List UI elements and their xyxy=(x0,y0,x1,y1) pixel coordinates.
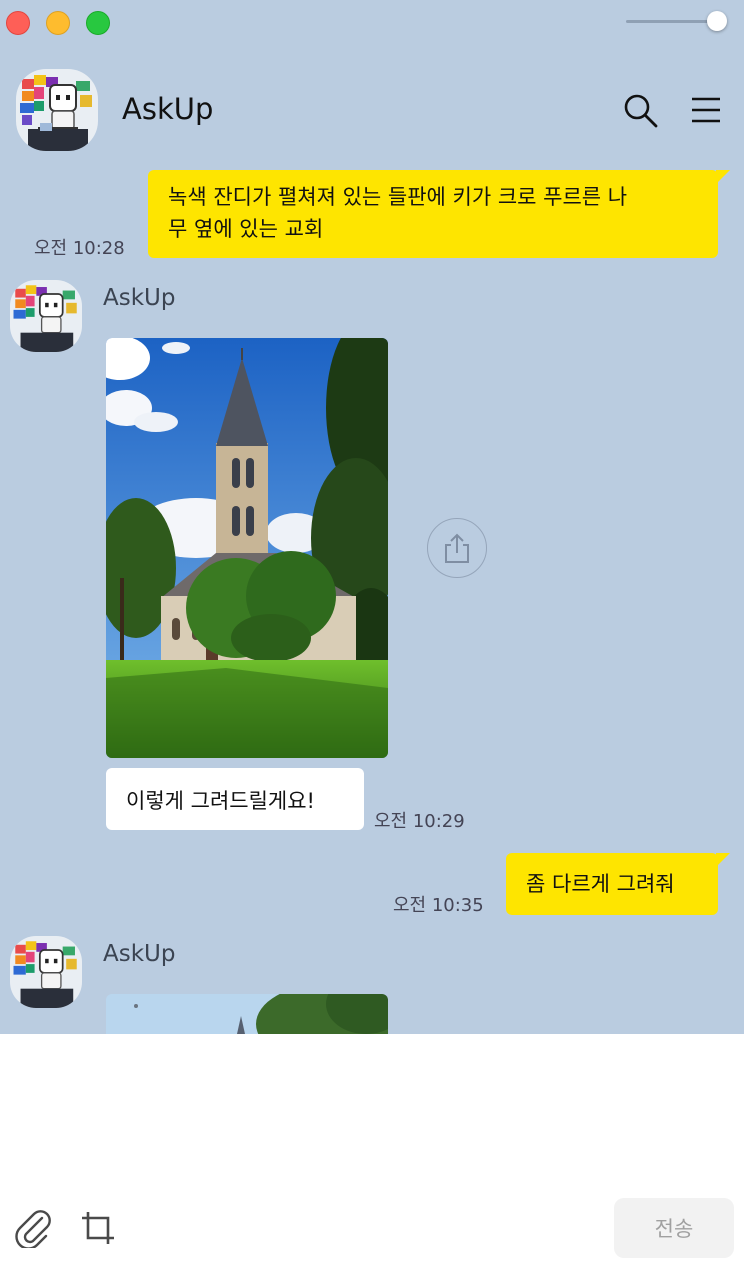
menu-icon[interactable] xyxy=(690,95,722,125)
message-text-line: 무 옆에 있는 교회 xyxy=(168,217,324,241)
sender-name: AskUp xyxy=(103,285,176,311)
message-text: 좀 다르게 그려줘 xyxy=(526,872,675,896)
chat-area[interactable]: AskUp 오전 10:28 녹색 잔디가 펼쳐져 있는 들판에 키가 크로 푸… xyxy=(0,0,744,1034)
sender-name: AskUp xyxy=(103,941,176,967)
my-message-bubble[interactable]: 녹색 잔디가 펼쳐져 있는 들판에 키가 크로 푸르른 나 무 옆에 있는 교회 xyxy=(148,170,730,258)
chat-title: AskUp xyxy=(122,92,214,126)
chat-avatar[interactable] xyxy=(16,69,98,151)
share-button[interactable] xyxy=(427,518,487,578)
opacity-slider-knob[interactable] xyxy=(707,11,727,31)
message-text: 이렇게 그려드릴게요! xyxy=(126,789,315,813)
message-time: 오전 10:35 xyxy=(393,895,484,916)
church-photo[interactable] xyxy=(106,338,388,758)
my-message-bubble[interactable]: 좀 다르게 그려줘 xyxy=(506,853,730,915)
window-close-button[interactable] xyxy=(6,11,30,35)
crop-icon[interactable] xyxy=(80,1210,116,1246)
message-text-line: 녹색 잔디가 펼쳐져 있는 들판에 키가 크로 푸르른 나 xyxy=(168,185,628,209)
bubble-tail xyxy=(716,853,730,867)
church-photo-2[interactable] xyxy=(106,994,388,1034)
paperclip-icon[interactable] xyxy=(12,1206,54,1250)
share-icon xyxy=(445,533,469,563)
bot-message-bubble[interactable]: 이렇게 그려드릴게요! xyxy=(106,768,364,830)
window-maximize-button[interactable] xyxy=(86,11,110,35)
window-minimize-button[interactable] xyxy=(46,11,70,35)
send-button[interactable]: 전송 xyxy=(614,1198,734,1258)
opacity-slider[interactable] xyxy=(626,20,720,23)
bubble-tail xyxy=(716,170,730,184)
bot-avatar[interactable] xyxy=(10,280,82,352)
bot-avatar[interactable] xyxy=(10,936,82,1008)
search-icon[interactable] xyxy=(622,92,660,130)
message-time: 오전 10:28 xyxy=(34,238,125,259)
message-time: 오전 10:29 xyxy=(374,811,465,832)
